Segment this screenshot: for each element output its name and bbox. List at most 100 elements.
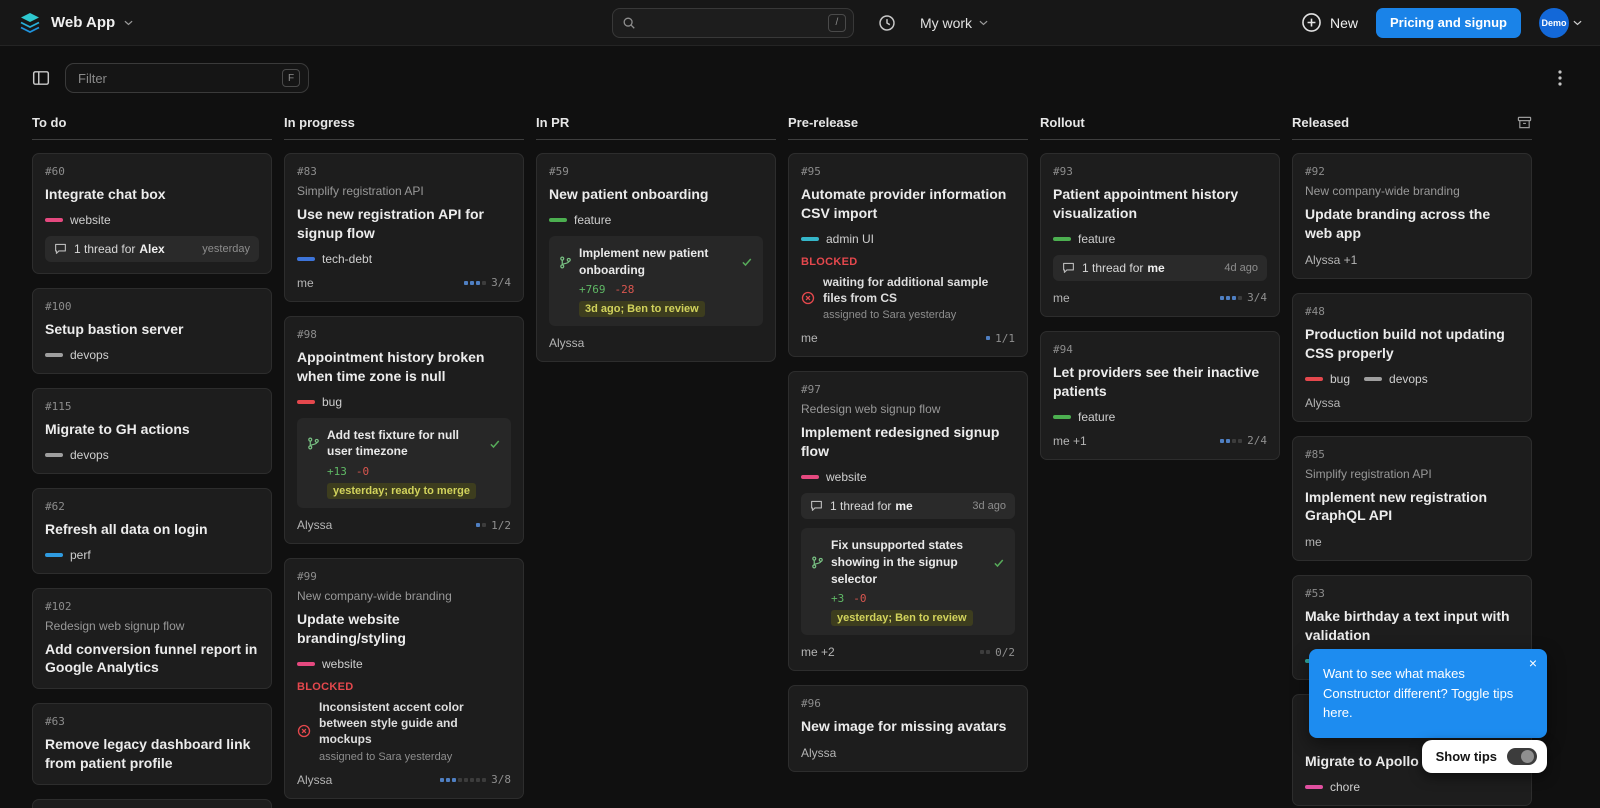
close-icon[interactable]: × <box>1529 653 1537 674</box>
blocked-label: BLOCKED <box>297 680 354 693</box>
kanban-card[interactable]: #83 Simplify registration API Use new regi… <box>284 153 524 302</box>
card-parent-title: Redesign web signup flow <box>45 618 185 633</box>
show-tips-label: Show tips <box>1435 749 1497 764</box>
card-id: #60 <box>45 165 65 178</box>
tag: devops <box>45 448 109 462</box>
progress-dot <box>440 777 445 782</box>
tag-row: website <box>801 470 1015 484</box>
board-toolbar: F <box>0 46 1600 103</box>
tag-color-dash <box>1053 236 1071 241</box>
blocked-assigned: assigned to Sara yesterday <box>823 309 957 322</box>
blocked-details: Inconsistent accent color between style … <box>319 699 511 763</box>
kanban-card[interactable]: #59 New patient onboarding feature Implemen… <box>536 153 776 363</box>
pr-card[interactable]: Add test fixture for null user timezone +… <box>297 417 511 509</box>
tag: bug <box>297 395 342 409</box>
tag-color-dash <box>45 217 63 222</box>
tag-color-dash <box>297 399 315 404</box>
assignee: Alyssa +1 <box>1305 252 1358 267</box>
card-footer: me 1/1 <box>801 331 1015 345</box>
filter-input[interactable] <box>78 70 275 86</box>
column-cards: #95 Automate provider information CSV imp… <box>788 153 1028 773</box>
kanban-card[interactable]: #85 Simplify registration API Implement ne… <box>1292 435 1532 562</box>
kanban-card[interactable]: #99 New company-wide branding Update websi… <box>284 558 524 799</box>
show-tips-button[interactable]: Show tips <box>1421 740 1547 773</box>
tooltip-text: Want to see what makes Constructor diffe… <box>1323 666 1514 720</box>
card-id: #99 <box>297 570 317 584</box>
kanban-card[interactable]: #95 Automate provider information CSV imp… <box>788 153 1028 358</box>
pricing-signup-button[interactable]: Pricing and signup <box>1375 7 1521 38</box>
card-parent-title: New company-wide branding <box>297 589 452 604</box>
pr-status-badge: 3d ago; Ben to review <box>579 301 705 318</box>
kanban-card[interactable]: #63 Remove legacy dashboard link from pat… <box>32 703 272 786</box>
column-header: Rollout <box>1040 115 1280 140</box>
kanban-card[interactable]: #102 Redesign web signup flow Add conversi… <box>32 587 272 690</box>
user-menu[interactable]: Demo <box>1539 7 1582 38</box>
card-parent-title: New company-wide branding <box>1305 184 1460 198</box>
assignee: Alyssa <box>801 746 837 761</box>
thread-row[interactable]: 1 thread for me 3d ago <box>801 492 1015 519</box>
kebab-menu-icon[interactable] <box>1552 67 1568 89</box>
search-box[interactable]: / <box>611 7 854 38</box>
tag-label: feature <box>1078 409 1116 424</box>
kanban-card[interactable]: #60 Integrate chat box website 1 thread for… <box>32 153 272 274</box>
kanban-card[interactable]: #100 Setup bastion server devops <box>32 287 272 374</box>
kanban-card[interactable]: #94 Let providers see their inactive pati… <box>1040 330 1280 460</box>
clock-icon[interactable] <box>878 14 896 32</box>
thread-row[interactable]: 1 thread for me 4d ago <box>1053 254 1267 281</box>
kanban-card[interactable]: #96 New image for missing avatars Alyssa <box>788 685 1028 773</box>
thread-row[interactable]: 1 thread for Alex yesterday <box>45 235 259 262</box>
git-branch-icon <box>307 428 320 461</box>
progress-indicator: 3/4 <box>1220 291 1267 304</box>
board-column-rollout: Rollout #93 Patient appointment history vi… <box>1040 115 1280 460</box>
app-logo-icon <box>18 11 42 35</box>
card-title: Appointment history broken when time zon… <box>297 348 485 384</box>
progress-dot <box>986 336 991 341</box>
card-id: #100 <box>45 299 72 313</box>
pr-card[interactable]: Implement new patient onboarding +769 -28 3… <box>549 235 763 327</box>
search-input[interactable] <box>642 15 821 30</box>
filter-box[interactable]: F <box>65 63 309 93</box>
archive-icon[interactable] <box>1517 115 1532 130</box>
progress-dots <box>1220 438 1243 443</box>
progress-dot <box>1232 438 1237 443</box>
card-id: #53 <box>1305 587 1325 601</box>
my-work-menu[interactable]: My work <box>920 15 988 31</box>
thread-text: 1 thread for <box>1082 260 1144 275</box>
tag-label: perf <box>70 547 91 562</box>
tag-label: devops <box>1389 371 1428 386</box>
progress-dot <box>1220 295 1225 300</box>
kanban-card[interactable]: #93 Patient appointment history visualiza… <box>1040 153 1280 317</box>
git-branch-icon <box>811 538 824 587</box>
kanban-card[interactable]: #62 Refresh all data on login perf <box>32 487 272 574</box>
column-title: In PR <box>536 115 570 130</box>
kanban-card[interactable] <box>32 799 272 808</box>
progress-indicator: 1/1 <box>986 332 1015 345</box>
card-id: #98 <box>297 327 317 341</box>
tag-color-dash <box>1053 414 1071 419</box>
assignee: me +2 <box>801 645 835 660</box>
new-button[interactable]: New <box>1301 12 1358 33</box>
show-tips-toggle[interactable] <box>1507 748 1537 765</box>
kanban-card[interactable]: #97 Redesign web signup flow Implement red… <box>788 371 1028 672</box>
kanban-card[interactable]: #98 Appointment history broken when time … <box>284 315 524 545</box>
panel-toggle-icon[interactable] <box>32 69 50 87</box>
progress-indicator: 3/8 <box>440 773 511 786</box>
column-header: Released <box>1292 115 1532 140</box>
kanban-card[interactable]: #92 New company-wide branding Update brand… <box>1292 153 1532 279</box>
plus-circle-icon <box>1301 12 1322 33</box>
card-id: #102 <box>45 599 72 613</box>
kanban-card[interactable]: #48 Production build not updating CSS pro… <box>1292 292 1532 422</box>
progress-dots <box>986 336 991 341</box>
tag: devops <box>45 348 109 362</box>
kanban-card[interactable]: #115 Migrate to GH actions devops <box>32 387 272 474</box>
progress-dots <box>476 523 487 528</box>
tag: website <box>801 470 867 484</box>
app-switcher[interactable]: Web App <box>51 14 133 31</box>
progress-dot <box>476 280 481 285</box>
card-footer: Alyssa <box>801 746 1015 760</box>
card-title: Remove legacy dashboard link from patien… <box>45 736 251 772</box>
progress-dot <box>464 777 469 782</box>
pr-card[interactable]: Fix unsupported states showing in the si… <box>801 527 1015 636</box>
card-footer: Alyssa <box>1305 396 1519 410</box>
app-name: Web App <box>51 14 116 31</box>
